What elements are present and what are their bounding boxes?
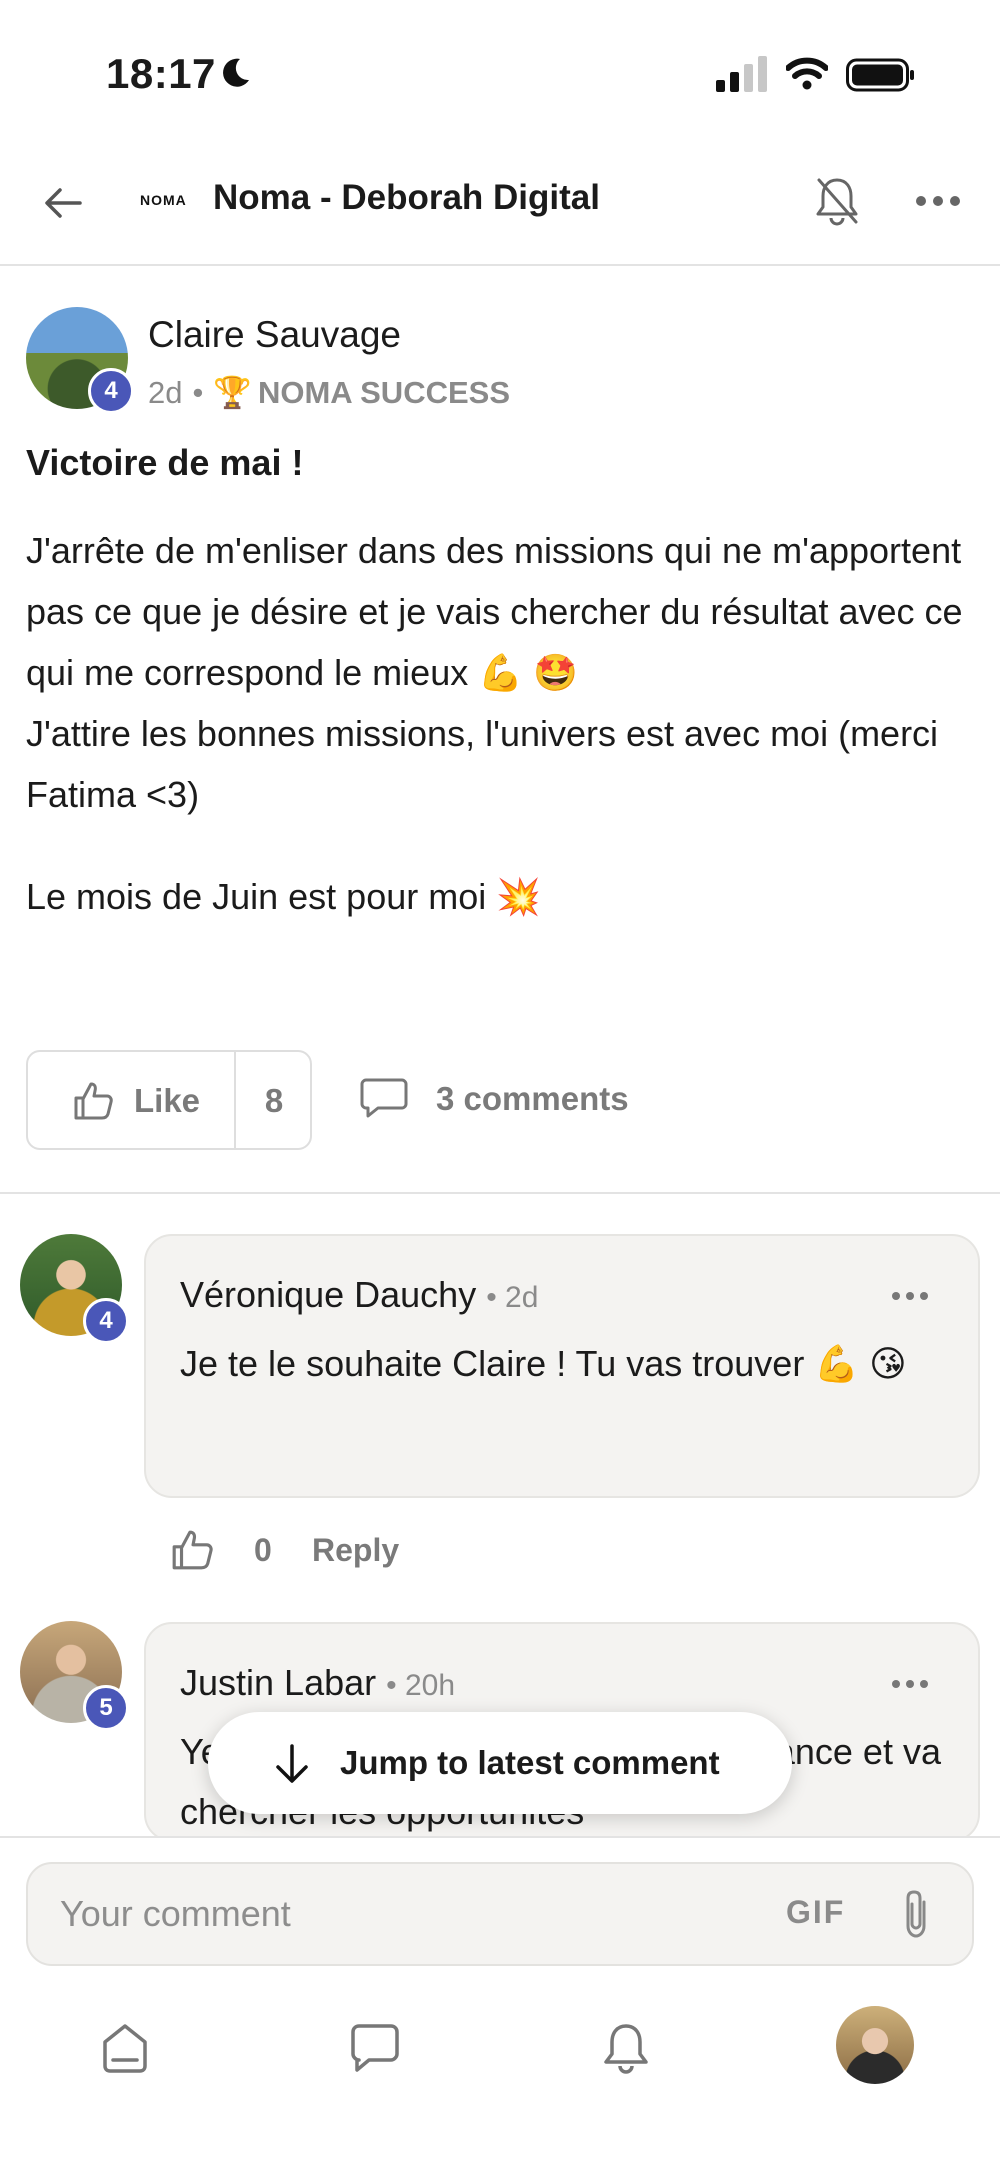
- post-body-line: J'arrête de m'enliser dans des missions …: [26, 530, 963, 693]
- post-meta: 2d • 🏆 NOMA SUCCESS: [148, 374, 510, 411]
- comment-like-count: 0: [254, 1532, 272, 1568]
- post-category[interactable]: NOMA SUCCESS: [258, 375, 510, 411]
- post-body: J'arrête de m'enliser dans des missions …: [26, 520, 976, 927]
- comment-author-name[interactable]: Véronique Dauchy: [180, 1274, 476, 1315]
- top-app-bar: NOMA Noma - Deborah Digital: [0, 140, 1000, 266]
- moon-icon: [223, 58, 249, 87]
- comment-text: Je te le souhaite Claire ! Tu vas trouve…: [180, 1343, 907, 1384]
- gif-button[interactable]: GIF: [786, 1894, 845, 1931]
- bottom-navigation: [0, 1992, 1000, 2102]
- arrow-down-icon: [276, 1744, 308, 1783]
- comment-bubble: Véronique Dauchy • 2d Je te le souhaite …: [144, 1234, 980, 1498]
- comment-bubble-icon[interactable]: [360, 1076, 408, 1120]
- comment-time: • 20h: [386, 1669, 456, 1702]
- chat-icon[interactable]: [347, 2020, 403, 2076]
- back-arrow-icon[interactable]: [40, 180, 86, 226]
- comment-composer: GIF: [0, 1836, 1000, 2168]
- reply-button[interactable]: Reply: [312, 1532, 399, 1569]
- comment-field[interactable]: GIF: [26, 1862, 974, 1966]
- comment-level-badge: 5: [83, 1685, 129, 1731]
- jump-label: Jump to latest comment: [340, 1744, 720, 1781]
- status-bar: 18:17: [0, 0, 1000, 140]
- comment-actions: 0 Reply: [170, 1526, 570, 1576]
- comment-author-name[interactable]: Justin Labar: [180, 1662, 376, 1703]
- thumbs-up-icon: [74, 1082, 113, 1120]
- author-level-badge: 4: [88, 368, 134, 414]
- paperclip-icon[interactable]: [896, 1886, 936, 1942]
- page-title: Noma - Deborah Digital: [213, 178, 600, 217]
- cellular-signal-icon: [716, 56, 767, 92]
- trophy-icon: 🏆: [213, 375, 252, 410]
- bell-off-icon[interactable]: [812, 174, 862, 228]
- comment-time: • 2d: [486, 1281, 539, 1314]
- post-author-name[interactable]: Claire Sauvage: [148, 314, 401, 356]
- meta-separator: •: [192, 374, 204, 410]
- comment-author-line: Justin Labar • 20h: [180, 1662, 455, 1704]
- comment-like-icon[interactable]: [170, 1528, 214, 1572]
- like-count[interactable]: 8: [234, 1082, 314, 1120]
- post-body-line: J'attire les bonnes missions, l'univers …: [26, 713, 939, 815]
- profile-avatar[interactable]: [836, 2006, 914, 2084]
- like-button[interactable]: Like 8: [26, 1050, 312, 1150]
- like-label: Like: [134, 1082, 201, 1119]
- comment-more-icon[interactable]: [890, 1678, 930, 1690]
- wifi-icon: [786, 57, 828, 90]
- comment-more-icon[interactable]: [890, 1290, 930, 1302]
- more-icon[interactable]: [914, 194, 962, 208]
- home-icon[interactable]: [97, 2020, 153, 2076]
- section-divider: [0, 1192, 1000, 1194]
- notifications-icon[interactable]: [598, 2020, 654, 2076]
- post-body-line: Le mois de Juin est pour moi 💥: [26, 876, 542, 917]
- comment-author-line: Véronique Dauchy • 2d: [180, 1274, 538, 1316]
- battery-icon: [846, 58, 914, 92]
- post-time: 2d: [148, 374, 183, 410]
- jump-to-latest-comment-button[interactable]: Jump to latest comment: [208, 1712, 792, 1814]
- post-title: Victoire de mai !: [26, 442, 304, 483]
- comment-level-badge: 4: [83, 1298, 129, 1344]
- comments-count-button[interactable]: 3 comments: [436, 1080, 629, 1118]
- status-time: 18:17: [106, 50, 216, 97]
- brand-logo: NOMA: [140, 192, 187, 208]
- comment-input[interactable]: [60, 1886, 760, 1942]
